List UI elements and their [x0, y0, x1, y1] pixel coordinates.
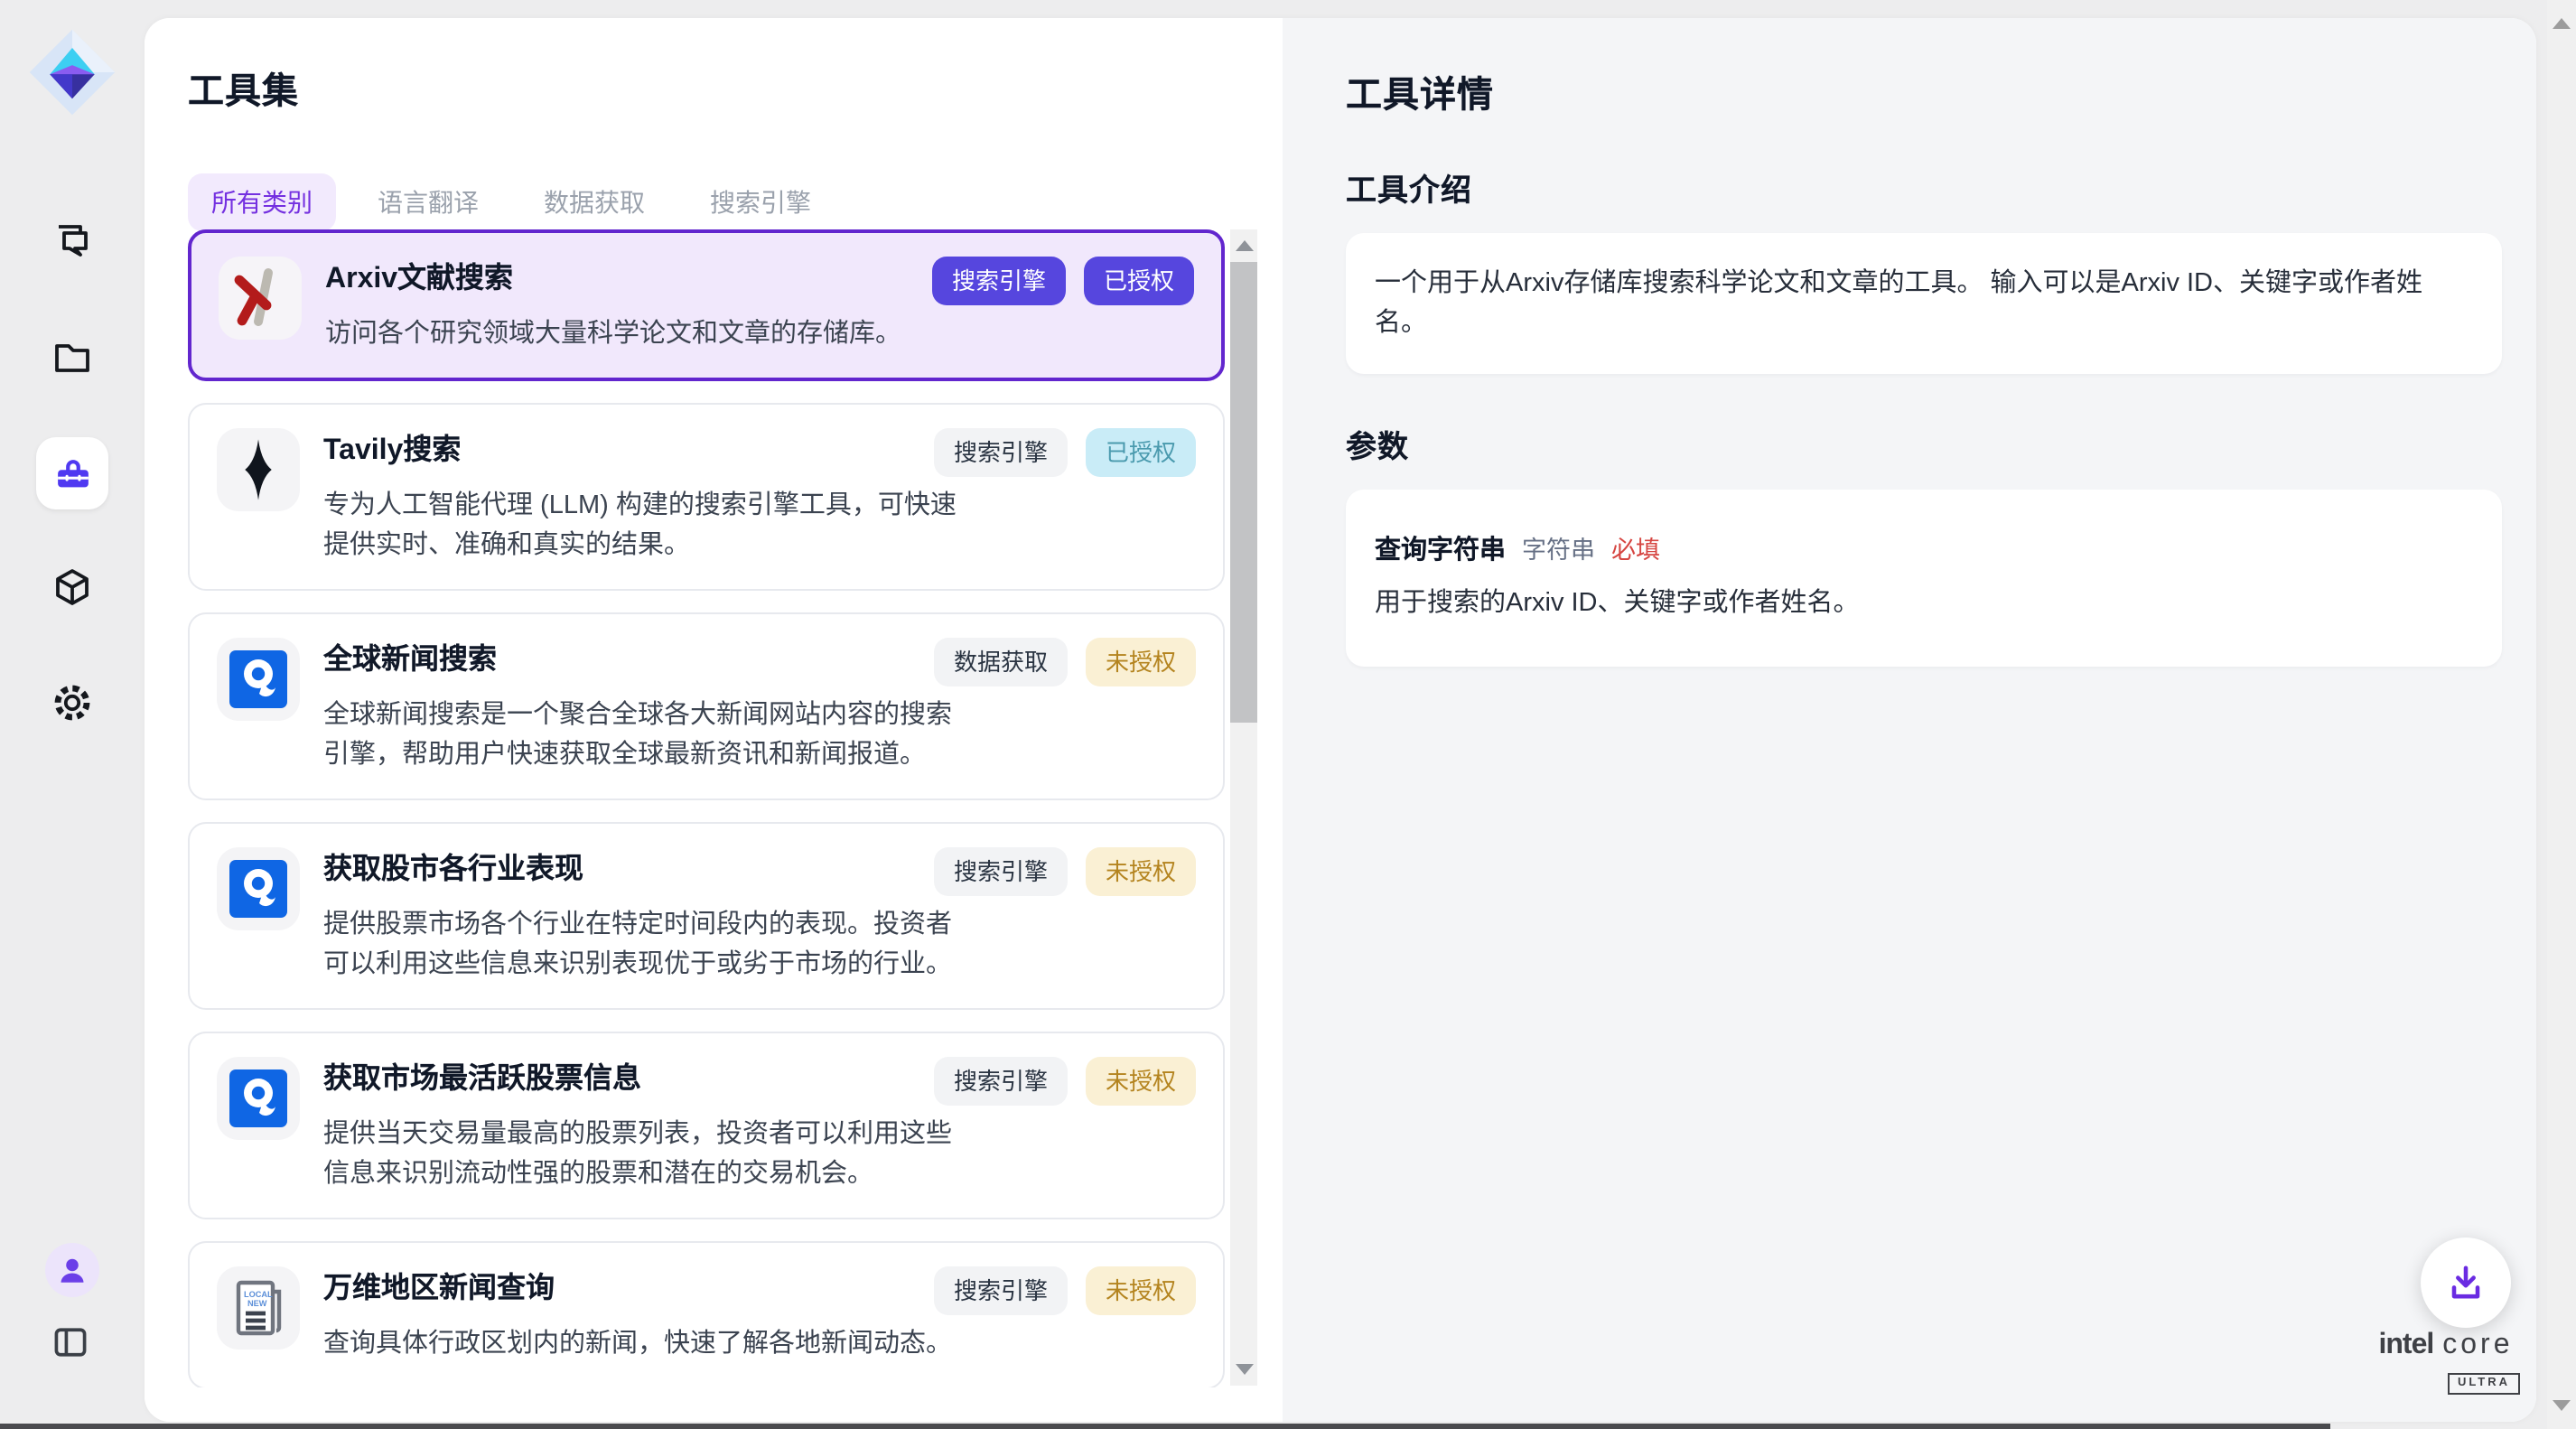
tool-card-active-stocks[interactable]: 获取市场最活跃股票信息 搜索引擎 未授权 提供当天交易量最高的股票列表，投资者可…: [188, 1032, 1225, 1219]
news-api-icon: [217, 638, 300, 721]
scroll-up-arrow-icon[interactable]: [1235, 240, 1253, 251]
tool-description: 全球新闻搜索是一个聚合全球各大新闻网站内容的搜索引擎，帮助用户快速获取全球最新资…: [323, 696, 966, 775]
auth-status-badge: 未授权: [1086, 847, 1196, 896]
param-required-label: 必填: [1611, 529, 1660, 565]
category-badge: 搜索引擎: [934, 1266, 1068, 1315]
intel-wordmark: intel: [2378, 1330, 2433, 1360]
download-button[interactable]: [2421, 1238, 2511, 1328]
window-bottom-edge: [0, 1424, 2330, 1429]
intel-core-logo: intel core ULTRA: [2356, 1330, 2536, 1395]
arxiv-icon: [219, 257, 302, 340]
toolbox-icon: [51, 453, 93, 494]
news-api-icon: [217, 1057, 300, 1140]
tool-name: 获取股市各行业表现: [323, 847, 583, 889]
tab-all-categories[interactable]: 所有类别: [188, 173, 336, 231]
tab-search-engine[interactable]: 搜索引擎: [686, 173, 835, 231]
svg-text:LOCAL: LOCAL: [244, 1290, 273, 1299]
tool-description: 专为人工智能代理 (LLM) 构建的搜索引擎工具，可快速提供实时、准确和真实的结…: [323, 486, 966, 565]
local-news-icon: LOCAL NEW: [217, 1266, 300, 1350]
param-description: 用于搜索的Arxiv ID、关键字或作者姓名。: [1375, 584, 2473, 623]
param-name: 查询字符串: [1375, 529, 1506, 567]
tab-data-fetch[interactable]: 数据获取: [520, 173, 668, 231]
tool-description: 查询具体行政区划内的新闻，快速了解各地新闻动态。: [323, 1324, 966, 1364]
core-wordmark: core: [2442, 1330, 2513, 1360]
intro-text: 一个用于从Arxiv存储库搜索科学论文和文章的工具。 输入可以是Arxiv ID…: [1375, 264, 2473, 343]
chat-icon[interactable]: [51, 219, 94, 262]
category-badge: 搜索引擎: [932, 257, 1066, 305]
tool-name: Tavily搜索: [323, 428, 461, 470]
toolbox-nav-active[interactable]: [36, 437, 108, 509]
intro-card: 一个用于从Arxiv存储库搜索科学论文和文章的工具。 输入可以是Arxiv ID…: [1346, 233, 2502, 374]
tool-list-scrollbar[interactable]: [1230, 229, 1257, 1386]
toolset-title: 工具集: [188, 61, 299, 114]
left-rail: [0, 0, 145, 1429]
tool-description: 提供股票市场各个行业在特定时间段内的表现。投资者可以利用这些信息来识别表现优于或…: [323, 905, 966, 985]
tool-card-arxiv[interactable]: Arxiv文献搜索 搜索引擎 已授权 访问各个研究领域大量科学论文和文章的存储库…: [188, 229, 1225, 381]
tool-name: Arxiv文献搜索: [325, 257, 513, 298]
app-window: 工具集 所有类别 语言翻译 数据获取 搜索引擎: [0, 0, 2576, 1429]
auth-status-badge: 未授权: [1086, 1057, 1196, 1106]
category-badge: 搜索引擎: [934, 428, 1068, 477]
category-badge: 搜索引擎: [934, 847, 1068, 896]
window-scroll-up-icon[interactable]: [2553, 18, 2571, 29]
category-badge: 搜索引擎: [934, 1057, 1068, 1106]
person-icon: [52, 1250, 92, 1290]
auth-status-badge: 未授权: [1086, 638, 1196, 686]
svg-text:NEW: NEW: [247, 1299, 267, 1308]
tool-name: 全球新闻搜索: [323, 638, 497, 679]
auth-status-badge: 已授权: [1086, 428, 1196, 477]
tool-card-tavily[interactable]: Tavily搜索 搜索引擎 已授权 专为人工智能代理 (LLM) 构建的搜索引擎…: [188, 403, 1225, 591]
tool-card-list: Arxiv文献搜索 搜索引擎 已授权 访问各个研究领域大量科学论文和文章的存储库…: [188, 229, 1232, 1387]
category-tabs: 所有类别 语言翻译 数据获取 搜索引擎: [188, 173, 835, 231]
window-scrollbar[interactable]: [2547, 0, 2576, 1429]
scrollbar-thumb[interactable]: [1230, 262, 1257, 723]
tool-detail-section: 工具详情 工具介绍 一个用于从Arxiv存储库搜索科学论文和文章的工具。 输入可…: [1283, 18, 2536, 1422]
tool-card-local-news[interactable]: LOCAL NEW 万维地区新闻查询 搜索引擎 未授权: [188, 1241, 1225, 1387]
cube-icon[interactable]: [51, 565, 94, 609]
param-type: 字符串: [1522, 529, 1595, 565]
tool-name: 万维地区新闻查询: [323, 1266, 555, 1308]
tool-card-global-news[interactable]: 全球新闻搜索 数据获取 未授权 全球新闻搜索是一个聚合全球各大新闻网站内容的搜索…: [188, 612, 1225, 800]
tool-description: 提供当天交易量最高的股票列表，投资者可以利用这些信息来识别流动性强的股票和潜在的…: [323, 1115, 966, 1194]
category-badge: 数据获取: [934, 638, 1068, 686]
intro-heading: 工具介绍: [1346, 164, 2502, 210]
main-panel: 工具集 所有类别 语言翻译 数据获取 搜索引擎: [145, 18, 2536, 1422]
param-card: 查询字符串 字符串 必填 用于搜索的Arxiv ID、关键字或作者姓名。: [1346, 490, 2502, 667]
settings-gear-icon[interactable]: [51, 681, 94, 724]
folder-icon[interactable]: [51, 336, 94, 379]
tool-description: 访问各个研究领域大量科学论文和文章的存储库。: [325, 314, 968, 354]
params-heading: 参数: [1346, 421, 2502, 466]
user-avatar[interactable]: [45, 1243, 99, 1297]
detail-title: 工具详情: [1346, 65, 2502, 117]
tavily-star-icon: [217, 428, 300, 511]
scroll-down-arrow-icon[interactable]: [1235, 1364, 1253, 1375]
sidebar-toggle-icon[interactable]: [51, 1322, 94, 1366]
download-icon: [2442, 1259, 2489, 1306]
tab-translation[interactable]: 语言翻译: [354, 173, 502, 231]
tool-name: 获取市场最活跃股票信息: [323, 1057, 641, 1098]
tool-list-section: 工具集 所有类别 语言翻译 数据获取 搜索引擎: [145, 18, 1283, 1422]
tool-card-stock-sectors[interactable]: 获取股市各行业表现 搜索引擎 未授权 提供股票市场各个行业在特定时间段内的表现。…: [188, 822, 1225, 1010]
app-logo-icon: [23, 23, 121, 121]
auth-status-badge: 未授权: [1086, 1266, 1196, 1315]
window-scroll-down-icon[interactable]: [2553, 1400, 2571, 1411]
ultra-badge: ULTRA: [2449, 1372, 2519, 1394]
auth-status-badge: 已授权: [1084, 257, 1194, 305]
news-api-icon: [217, 847, 300, 930]
